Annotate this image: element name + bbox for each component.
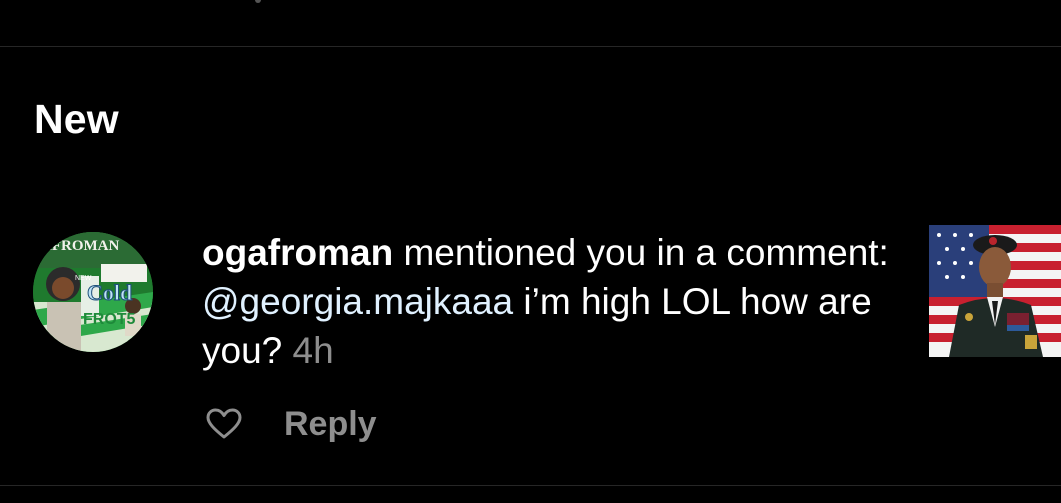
bottom-divider	[0, 485, 1061, 486]
avatar-product-text: Cold	[87, 280, 132, 305]
section-heading: New	[34, 96, 119, 142]
top-divider	[0, 46, 1061, 47]
profile-avatar[interactable]: AFROMAN NEW Cold FROT5	[33, 232, 153, 352]
username-link[interactable]: ogafroman	[202, 232, 393, 273]
notification-item[interactable]: AFROMAN NEW Cold FROT5 ogafroman mention…	[0, 220, 1061, 470]
avatar-logo-text: AFROMAN	[41, 238, 119, 254]
notification-action-text: mentioned you in a comment:	[393, 232, 889, 273]
timestamp: 4h	[292, 330, 334, 371]
top-edge-remnant	[255, 0, 261, 3]
avatar-artwork: AFROMAN NEW Cold FROT5	[33, 232, 153, 352]
avatar-product-subtext: FROT5	[83, 311, 136, 328]
thumbnail-artwork	[929, 225, 1061, 357]
notification-text: ogafroman mentioned you in a comment: @g…	[202, 228, 892, 375]
mention-link[interactable]: @georgia.majkaaa	[202, 281, 513, 322]
post-thumbnail[interactable]	[929, 225, 1061, 357]
heart-outline-icon[interactable]	[204, 404, 244, 444]
reply-button[interactable]: Reply	[284, 405, 377, 444]
notification-actions: Reply	[204, 404, 377, 444]
